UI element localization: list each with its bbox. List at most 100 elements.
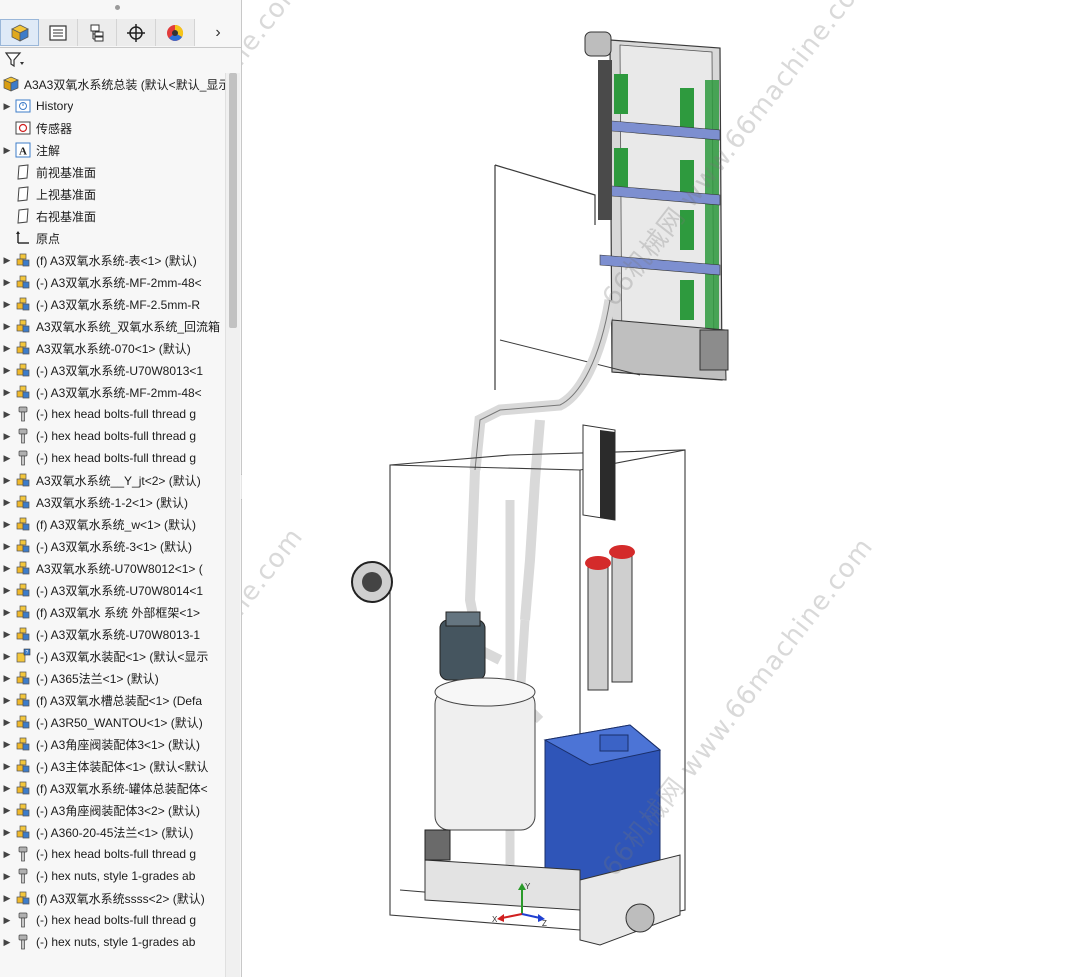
tree-node[interactable]: ▶? (-) A3双氧水装配<1> (默认<显示: [0, 645, 225, 667]
tree-node[interactable]: ▶ (-) hex nuts, style 1-grades ab: [0, 865, 225, 887]
tree-node[interactable]: ▶ A3双氧水系统-1-2<1> (默认): [0, 491, 225, 513]
expand-arrow-icon[interactable]: ▶: [0, 453, 14, 464]
expand-arrow-icon[interactable]: ▶: [0, 607, 14, 618]
expand-arrow-icon[interactable]: ▶: [0, 299, 14, 310]
tree-node[interactable]: 传感器: [0, 117, 225, 139]
tree-node[interactable]: ▶ (-) hex head bolts-full thread g: [0, 909, 225, 931]
expand-arrow-icon[interactable]: ▶: [0, 651, 14, 662]
tree-node[interactable]: 原点: [0, 227, 225, 249]
small-valve[interactable]: [424, 829, 451, 861]
tree-node-label: (-) hex head bolts-full thread g: [36, 847, 197, 861]
storage-tank[interactable]: [434, 677, 536, 831]
expand-arrow-icon[interactable]: ▶: [0, 497, 14, 508]
expand-arrow-icon[interactable]: ▶: [0, 255, 14, 266]
pressure-gauge[interactable]: [351, 561, 393, 603]
axis-triad[interactable]: Y X Z: [492, 880, 552, 930]
control-box[interactable]: [582, 424, 616, 521]
tab-configuration-manager[interactable]: [78, 19, 117, 46]
expand-arrow-icon[interactable]: ▶: [0, 915, 14, 926]
expand-arrow-icon[interactable]: ▶: [0, 761, 14, 772]
tree-node[interactable]: ▶ (-) hex head bolts-full thread g: [0, 425, 225, 447]
tree-node[interactable]: ▶ (-) A3双氧水系统-3<1> (默认): [0, 535, 225, 557]
tree-node[interactable]: ▶ (f) A3双氧水 系统 外部框架<1>: [0, 601, 225, 623]
tab-property-manager[interactable]: [39, 19, 78, 46]
assembly-icon: [14, 559, 32, 577]
expand-arrow-icon[interactable]: ▶: [0, 849, 14, 860]
tree-node[interactable]: ▶ (-) A3R50_WANTOU<1> (默认): [0, 711, 225, 733]
origin-icon: [14, 229, 32, 247]
tree-node[interactable]: 上视基准面: [0, 183, 225, 205]
tree-node[interactable]: ▶ A3双氧水系统-U70W8012<1> (: [0, 557, 225, 579]
expand-arrow-icon[interactable]: ▶: [0, 365, 14, 376]
tree-scrollbar[interactable]: [225, 73, 240, 977]
tree-node[interactable]: 前视基准面: [0, 161, 225, 183]
expand-arrow-icon[interactable]: ▶: [0, 409, 14, 420]
filter-bar: [0, 49, 241, 71]
tree-node[interactable]: ▶ (-) hex head bolts-full thread g: [0, 403, 225, 425]
tree-node[interactable]: ▶ (-) A3角座阀装配体3<1> (默认): [0, 733, 225, 755]
expand-arrow-icon[interactable]: ▶: [0, 871, 14, 882]
tree-node[interactable]: ▶ (-) hex nuts, style 1-grades ab: [0, 931, 225, 953]
tree-node[interactable]: ▶ A3双氧水系统_双氧水系统_回流箱: [0, 315, 225, 337]
tree-node[interactable]: ▶ (f) A3双氧水系统-表<1> (默认): [0, 249, 225, 271]
tree-node[interactable]: ▶ (-) A3角座阀装配体3<2> (默认): [0, 799, 225, 821]
tree-node[interactable]: ▶ (-) hex head bolts-full thread g: [0, 843, 225, 865]
expand-arrow-icon[interactable]: ▶: [0, 673, 14, 684]
tab-display-manager[interactable]: [156, 19, 195, 46]
assembly-3d-model[interactable]: [242, 0, 1083, 977]
expand-arrow-icon[interactable]: ▶: [0, 695, 14, 706]
assembly-icon: [14, 493, 32, 511]
expand-arrow-icon[interactable]: ▶: [0, 475, 14, 486]
expand-arrow-icon[interactable]: ▶: [0, 563, 14, 574]
expand-arrow-icon[interactable]: ▶: [0, 321, 14, 332]
expand-arrow-icon[interactable]: ▶: [0, 827, 14, 838]
tree-node[interactable]: ▶ (-) A3双氧水系统-MF-2mm-48<: [0, 271, 225, 293]
expand-arrow-icon[interactable]: ▶: [0, 739, 14, 750]
cartridge-filters[interactable]: [585, 545, 635, 691]
tree-node[interactable]: ▶ (f) A3双氧水系统_w<1> (默认): [0, 513, 225, 535]
panel-grip[interactable]: [115, 5, 120, 10]
tree-node[interactable]: ▶ (f) A3双氧水系统-罐体总装配体<: [0, 777, 225, 799]
scrollbar-thumb[interactable]: [229, 73, 237, 328]
expand-arrow-icon[interactable]: ▶: [0, 541, 14, 552]
tree-node[interactable]: ▶ (-) A365法兰<1> (默认): [0, 667, 225, 689]
tree-root-node[interactable]: A3A3双氧水系统总装 (默认<默认_显示状: [0, 73, 225, 95]
tree-node[interactable]: ▶ (-) hex head bolts-full thread g: [0, 447, 225, 469]
tree-node[interactable]: ▶ (-) A3双氧水系统-U70W8014<1: [0, 579, 225, 601]
expand-arrow-icon[interactable]: ▶: [0, 431, 14, 442]
tree-node[interactable]: ▶ (-) A3主体装配体<1> (默认<默认: [0, 755, 225, 777]
expand-arrow-icon[interactable]: ▶: [0, 387, 14, 398]
expand-arrow-icon[interactable]: ▶: [0, 937, 14, 948]
expand-arrow-icon[interactable]: ▶: [0, 585, 14, 596]
tree-node[interactable]: ▶ (f) A3双氧水系统ssss<2> (默认): [0, 887, 225, 909]
graphics-viewport[interactable]: 66机械网 www.66machine.com 66机械网 www.66mach…: [242, 0, 1083, 977]
expand-arrow-icon[interactable]: ▶: [0, 893, 14, 904]
tree-node[interactable]: ▶ (-) A3双氧水系统-U70W8013<1: [0, 359, 225, 381]
tree-node[interactable]: ▶ (-) A3双氧水系统-U70W8013-1: [0, 623, 225, 645]
expand-arrow-icon[interactable]: ▶: [0, 717, 14, 728]
tab-dimxpert-manager[interactable]: [117, 19, 156, 46]
tree-node-label: (f) A3双氧水系统ssss<2> (默认): [36, 891, 205, 906]
tree-node[interactable]: ▶ A3双氧水系统-070<1> (默认): [0, 337, 225, 359]
expand-arrow-icon[interactable]: ▶: [0, 343, 14, 354]
tab-feature-manager[interactable]: [0, 19, 39, 46]
tree-node[interactable]: ▶ A 注解: [0, 139, 225, 161]
expand-arrow-icon[interactable]: ▶: [0, 145, 14, 156]
tree-node[interactable]: ▶ (-) A360-20-45法兰<1> (默认): [0, 821, 225, 843]
expand-arrow-icon[interactable]: ▶: [0, 629, 14, 640]
more-tabs-button[interactable]: ›: [195, 19, 241, 47]
tree-node[interactable]: ▶ History: [0, 95, 225, 117]
tree-node[interactable]: ▶ (-) A3双氧水系统-MF-2mm-48<: [0, 381, 225, 403]
expand-arrow-icon[interactable]: ▶: [0, 519, 14, 530]
tree-node[interactable]: 右视基准面: [0, 205, 225, 227]
expand-arrow-icon[interactable]: ▶: [0, 805, 14, 816]
pump-motor[interactable]: [439, 611, 486, 681]
tree-node[interactable]: ▶ A3双氧水系统__Y_jt<2> (默认): [0, 469, 225, 491]
expand-arrow-icon[interactable]: ▶: [0, 277, 14, 288]
tree-node[interactable]: ▶ (-) A3双氧水系统-MF-2.5mm-R: [0, 293, 225, 315]
base-tray[interactable]: [424, 854, 681, 946]
filter-button[interactable]: [4, 50, 30, 70]
expand-arrow-icon[interactable]: ▶: [0, 783, 14, 794]
tree-node[interactable]: ▶ (f) A3双氧水槽总装配<1> (Defa: [0, 689, 225, 711]
expand-arrow-icon[interactable]: ▶: [0, 101, 14, 112]
